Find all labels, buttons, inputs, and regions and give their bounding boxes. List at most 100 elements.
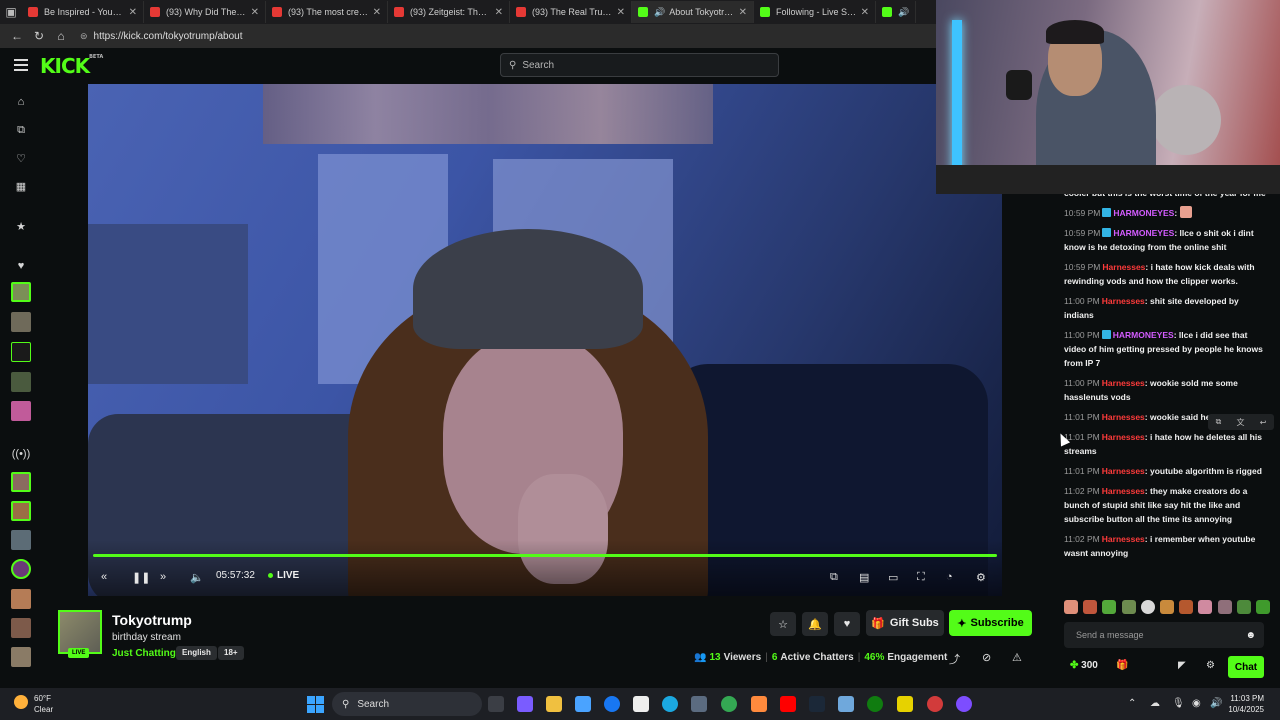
chat-message[interactable]: 11:02 PM Harnesses: they make creators do… xyxy=(1064,484,1270,526)
steam-icon[interactable] xyxy=(809,696,825,712)
sidebar-channel-avatar[interactable] xyxy=(11,372,31,392)
translate-icon[interactable]: 文 xyxy=(1237,417,1245,428)
emote-icon[interactable] xyxy=(1236,600,1251,614)
close-icon[interactable]: ✕ xyxy=(617,7,625,18)
rewind-icon[interactable]: « xyxy=(101,569,107,585)
search-input[interactable]: ⚲ Search xyxy=(500,53,779,77)
amazon-icon[interactable] xyxy=(633,696,649,712)
browse-icon[interactable]: ⧉ xyxy=(13,122,29,138)
chat-message[interactable]: 10:59 PM HARMONEYES: xyxy=(1064,206,1270,220)
sidebar-channel-avatar[interactable] xyxy=(11,282,31,302)
chat-message[interactable]: 11:01 PM Harnesses: youtube algorithm is … xyxy=(1064,464,1270,478)
follow-heart-button[interactable]: ♥ xyxy=(834,612,860,636)
app-icon[interactable] xyxy=(838,696,854,712)
gift-subs-button[interactable]: 🎁 Gift Subs xyxy=(866,610,944,636)
emote-icon[interactable] xyxy=(1179,600,1194,614)
playback-speed-icon[interactable]: ◔ xyxy=(946,569,953,585)
sidebar-channel-avatar[interactable] xyxy=(11,589,31,609)
browser-tab[interactable]: 🔊Sw xyxy=(876,1,916,23)
close-icon[interactable]: ✕ xyxy=(251,7,259,18)
sidebar-channel-avatar[interactable] xyxy=(11,647,31,667)
weather-widget[interactable]: 60°F Clear xyxy=(14,693,53,715)
emote-icon[interactable] xyxy=(1083,600,1098,614)
chat-message[interactable]: 10:59 PM Harnesses: i hate how kick deals… xyxy=(1064,260,1270,288)
edge-icon[interactable] xyxy=(662,696,678,712)
close-icon[interactable]: ✕ xyxy=(495,7,503,18)
close-icon[interactable]: ✕ xyxy=(739,7,747,18)
pause-icon[interactable]: ❚❚ xyxy=(132,569,150,585)
speaker-icon[interactable]: 🔊 xyxy=(1210,698,1222,709)
tag-mature[interactable]: 18+ xyxy=(218,646,244,660)
browser-tab[interactable]: Be Inspired - YouTube ✕ xyxy=(22,1,144,23)
emote-icon[interactable] xyxy=(1121,600,1136,614)
sidebar-channel-avatar[interactable] xyxy=(11,472,31,492)
copilot-icon[interactable] xyxy=(517,696,533,712)
close-icon[interactable]: ✕ xyxy=(861,7,869,18)
sidebar-channel-avatar[interactable] xyxy=(11,312,31,332)
theater-mode-icon[interactable]: ▭ xyxy=(888,569,898,585)
file-explorer-icon[interactable] xyxy=(546,696,562,712)
channel-name[interactable]: Tokyotrump xyxy=(112,612,192,628)
progress-bar[interactable] xyxy=(93,554,997,557)
fast-forward-icon[interactable]: » xyxy=(160,569,166,585)
pip-icon[interactable]: ⧉ xyxy=(830,569,838,585)
gift-icon[interactable]: 🎁 xyxy=(1116,660,1128,671)
speaker-icon[interactable]: 🔊 xyxy=(654,7,665,18)
menu-icon[interactable] xyxy=(14,59,28,71)
video-player[interactable] xyxy=(88,84,1002,596)
chat-message[interactable]: 11:00 PM Harnesses: shit site developed b… xyxy=(1064,294,1270,322)
copy-icon[interactable]: ⧉ xyxy=(1216,417,1222,427)
sidebar-channel-avatar[interactable] xyxy=(11,618,31,638)
clock[interactable]: 11:03 PM 10/4/2025 xyxy=(1226,693,1264,715)
reply-icon[interactable]: ↩ xyxy=(1260,418,1267,427)
chat-settings-gear-icon[interactable]: ⚙ xyxy=(1206,660,1215,671)
fullscreen-icon[interactable]: ⛶ xyxy=(917,569,925,585)
send-icon[interactable]: ◤ xyxy=(1178,660,1186,671)
categories-icon[interactable]: ▦ xyxy=(13,178,29,194)
vlc-icon[interactable] xyxy=(751,696,767,712)
hide-icon[interactable]: ⊘ xyxy=(982,651,991,664)
browser-tab[interactable]: (93) The most credible✕ xyxy=(266,1,388,23)
settings-gear-icon[interactable]: ⚙ xyxy=(976,569,986,585)
volume-icon[interactable]: 🔈 xyxy=(190,569,204,585)
chat-message[interactable]: 11:00 PM Harnesses: wookie sold me some h… xyxy=(1064,376,1270,404)
wifi-icon[interactable]: ◉ xyxy=(1192,698,1201,709)
clip-icon[interactable]: ▤ xyxy=(859,569,869,585)
chat-message[interactable]: 11:00 PM HARMONEYES: llce i did see that … xyxy=(1064,328,1270,370)
notification-bell-button[interactable]: 🔔 xyxy=(802,612,828,636)
home-icon[interactable]: ⌂ xyxy=(50,29,72,43)
recorder-icon[interactable] xyxy=(927,696,943,712)
emote-icon[interactable] xyxy=(1140,600,1155,614)
emote-icon[interactable] xyxy=(1198,600,1213,614)
browser-tab-active[interactable]: 🔊 About Tokyotrump ✕ xyxy=(632,1,754,23)
browser-tab[interactable]: (93) Why Did They Cut✕ xyxy=(144,1,266,23)
channel-points[interactable]: ✤ 300 xyxy=(1070,660,1098,671)
subscribe-button[interactable]: ✦ Subscribe xyxy=(949,610,1032,636)
sidebar-channel-avatar[interactable] xyxy=(11,530,31,550)
start-button[interactable] xyxy=(307,696,324,713)
reload-icon[interactable]: ↻ xyxy=(28,29,50,43)
chat-message[interactable]: 10:59 PM HARMONEYES: llce o shit ok i din… xyxy=(1064,226,1270,254)
tag-language[interactable]: English xyxy=(176,646,217,660)
kick-logo[interactable]: KICKBETA xyxy=(40,54,103,78)
taskbar-search[interactable]: ⚲ Search xyxy=(332,692,482,716)
store-icon[interactable] xyxy=(575,696,591,712)
microphone-icon[interactable]: 🎙 xyxy=(1172,698,1185,709)
share-icon[interactable]: ⤴ xyxy=(949,651,960,667)
back-icon[interactable]: ← xyxy=(6,29,28,43)
task-view-icon[interactable] xyxy=(488,696,504,712)
browser-tab[interactable]: Following - Live Stream✕ xyxy=(754,1,876,23)
obs-icon[interactable] xyxy=(956,696,972,712)
browser-tab[interactable]: (93) Zeitgeist: The Mov✕ xyxy=(388,1,510,23)
favorite-star-button[interactable]: ☆ xyxy=(770,612,796,636)
xbox-icon[interactable] xyxy=(867,696,883,712)
close-icon[interactable]: ✕ xyxy=(373,7,381,18)
url-field[interactable]: ⊜ https://kick.com/tokyotrump/about xyxy=(80,31,243,42)
close-icon[interactable]: ✕ xyxy=(129,7,137,18)
home-icon[interactable]: ⌂ xyxy=(13,94,29,110)
emoji-icon[interactable]: ☻ xyxy=(1245,630,1256,641)
chat-send-button[interactable]: Chat xyxy=(1228,656,1264,678)
emote-icon[interactable] xyxy=(1102,600,1117,614)
facebook-icon[interactable] xyxy=(604,696,620,712)
sidebar-channel-avatar[interactable] xyxy=(11,501,31,521)
